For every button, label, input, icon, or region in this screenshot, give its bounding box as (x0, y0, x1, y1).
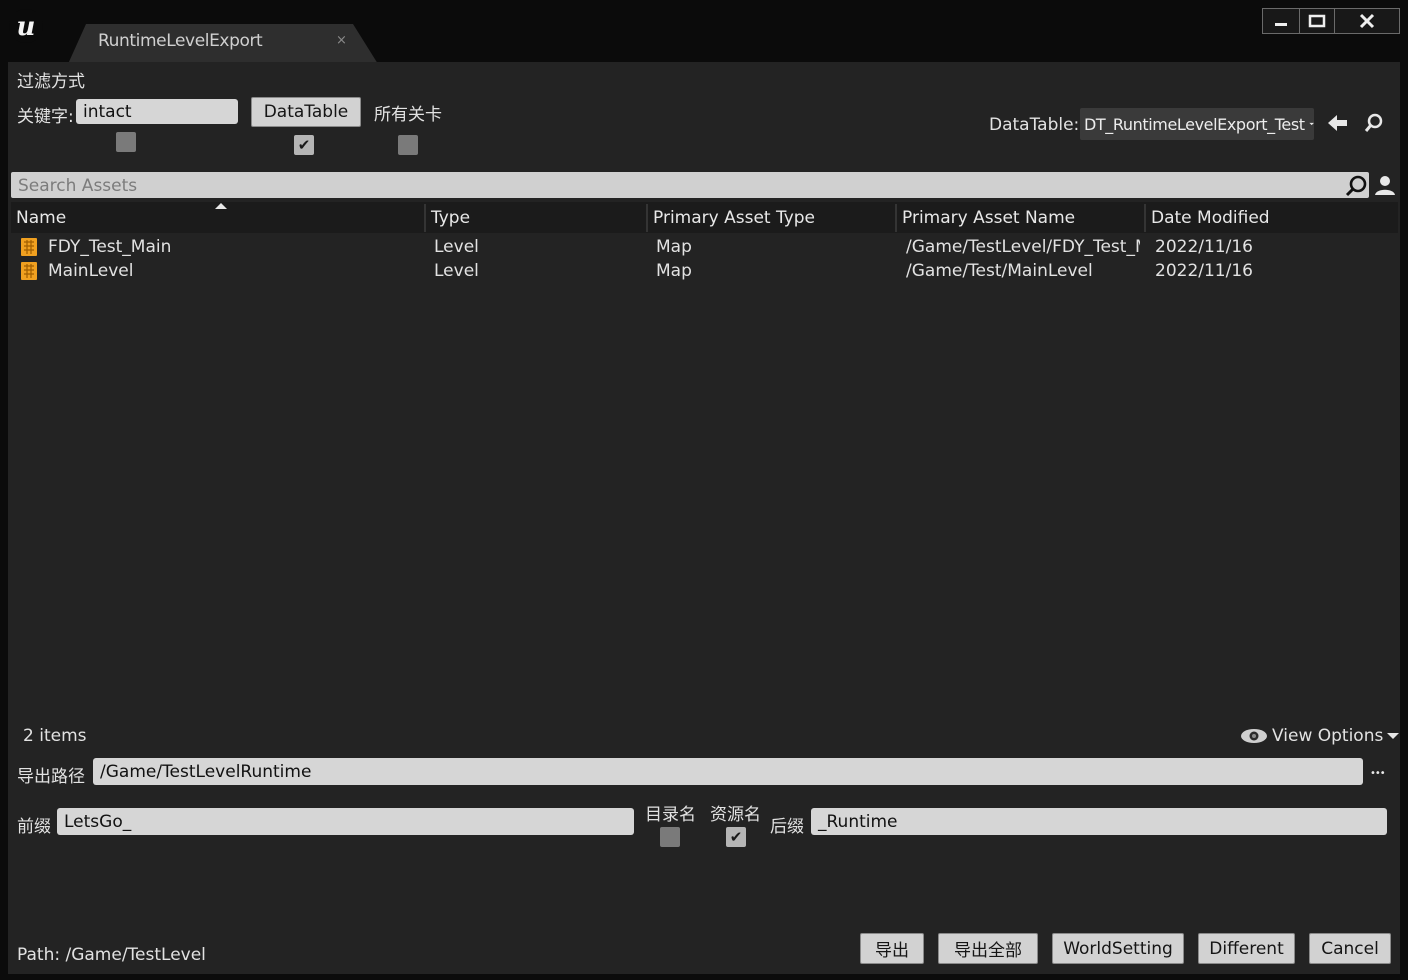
prefix-input[interactable]: LetsGo_ (57, 808, 634, 835)
different-button[interactable]: Different (1198, 933, 1295, 964)
browse-ellipsis-icon[interactable]: ••• (1370, 768, 1386, 779)
item-count: 2 items (23, 726, 87, 746)
row-date-modified: 2022/11/16 (1155, 261, 1253, 281)
view-options-button[interactable]: View Options (1240, 726, 1400, 746)
row-name: FDY_Test_Main (48, 237, 172, 257)
keyword-input[interactable]: intact (76, 99, 238, 124)
check-icon: ✔ (297, 136, 311, 154)
main-panel (8, 62, 1400, 974)
search-icon[interactable] (1344, 174, 1368, 198)
row-primary-asset-name: /Game/TestLevel/FDY_Test_Main (906, 237, 1140, 257)
filter-section-label: 过滤方式 (17, 72, 85, 92)
row-type: Level (434, 237, 479, 257)
dirname-checkbox[interactable] (660, 827, 680, 847)
column-divider[interactable] (646, 204, 648, 232)
column-header-type[interactable]: Type (431, 208, 470, 228)
export-path-label: 导出路径 (17, 767, 85, 787)
eye-icon (1241, 729, 1267, 743)
dirname-label: 目录名 (645, 805, 696, 825)
tab-title: RuntimeLevelExport (98, 31, 263, 51)
unreal-logo-icon: u (9, 9, 43, 43)
assetname-checkbox[interactable]: ✔ (726, 827, 746, 847)
maximize-icon[interactable] (1300, 9, 1335, 33)
export-path-input[interactable]: /Game/TestLevelRuntime (93, 758, 1363, 785)
window-controls (1262, 8, 1400, 34)
minimize-icon[interactable] (1263, 9, 1300, 33)
assetname-label: 资源名 (710, 805, 761, 825)
level-asset-icon (21, 238, 37, 256)
suffix-label: 后缀 (770, 817, 804, 837)
sort-ascending-icon (215, 203, 227, 209)
column-divider[interactable] (424, 204, 426, 232)
row-date-modified: 2022/11/16 (1155, 237, 1253, 257)
tab-close-icon[interactable]: × (336, 33, 347, 48)
datatable-dropdown[interactable]: DT_RuntimeLevelExport_Test (1080, 108, 1314, 140)
datatable-button[interactable]: DataTable (251, 97, 361, 127)
chevron-down-icon (1387, 733, 1400, 739)
export-button[interactable]: 导出 (860, 933, 924, 964)
all-levels-checkbox[interactable] (398, 135, 418, 155)
suffix-input[interactable]: _Runtime (811, 808, 1387, 835)
export-all-button[interactable]: 导出全部 (938, 933, 1038, 964)
all-levels-label: 所有关卡 (374, 105, 442, 125)
row-primary-asset-name: /Game/Test/MainLevel (906, 261, 1093, 281)
datatable-selected: DT_RuntimeLevelExport_Test (1084, 114, 1305, 134)
datatable-field-label: DataTable: (989, 115, 1080, 135)
table-row[interactable]: MainLevel Level Map /Game/Test/MainLevel… (11, 260, 1398, 284)
column-header-date-modified[interactable]: Date Modified (1151, 208, 1270, 228)
column-divider[interactable] (895, 204, 897, 232)
datatable-checkbox[interactable]: ✔ (294, 135, 314, 155)
arrow-left-icon[interactable] (1327, 113, 1349, 133)
level-asset-icon (21, 262, 37, 280)
row-primary-asset-type: Map (656, 237, 692, 257)
keyword-label: 关键字: (17, 107, 74, 127)
row-name: MainLevel (48, 261, 134, 281)
column-header-primary-asset-name[interactable]: Primary Asset Name (902, 208, 1075, 228)
close-icon[interactable] (1335, 9, 1399, 33)
table-row[interactable]: FDY_Test_Main Level Map /Game/TestLevel/… (11, 236, 1398, 260)
column-header-name[interactable]: Name (16, 208, 66, 228)
column-header-primary-asset-type[interactable]: Primary Asset Type (653, 208, 815, 228)
world-setting-button[interactable]: WorldSetting (1052, 933, 1184, 964)
view-options-label: View Options (1272, 726, 1384, 746)
column-divider[interactable] (1144, 204, 1146, 232)
current-path: Path: /Game/TestLevel (17, 945, 206, 965)
cancel-button[interactable]: Cancel (1309, 933, 1391, 964)
browse-search-icon[interactable] (1364, 113, 1384, 133)
keyword-checkbox[interactable] (116, 132, 136, 152)
prefix-label: 前缀 (17, 817, 51, 837)
search-assets-input[interactable]: Search Assets (18, 176, 137, 196)
row-primary-asset-type: Map (656, 261, 692, 281)
user-filter-icon[interactable] (1373, 173, 1397, 197)
svg-text:u: u (17, 12, 36, 42)
chevron-down-icon (1309, 122, 1314, 126)
check-icon: ✔ (729, 828, 743, 846)
search-assets-bar[interactable] (11, 172, 1369, 198)
row-type: Level (434, 261, 479, 281)
